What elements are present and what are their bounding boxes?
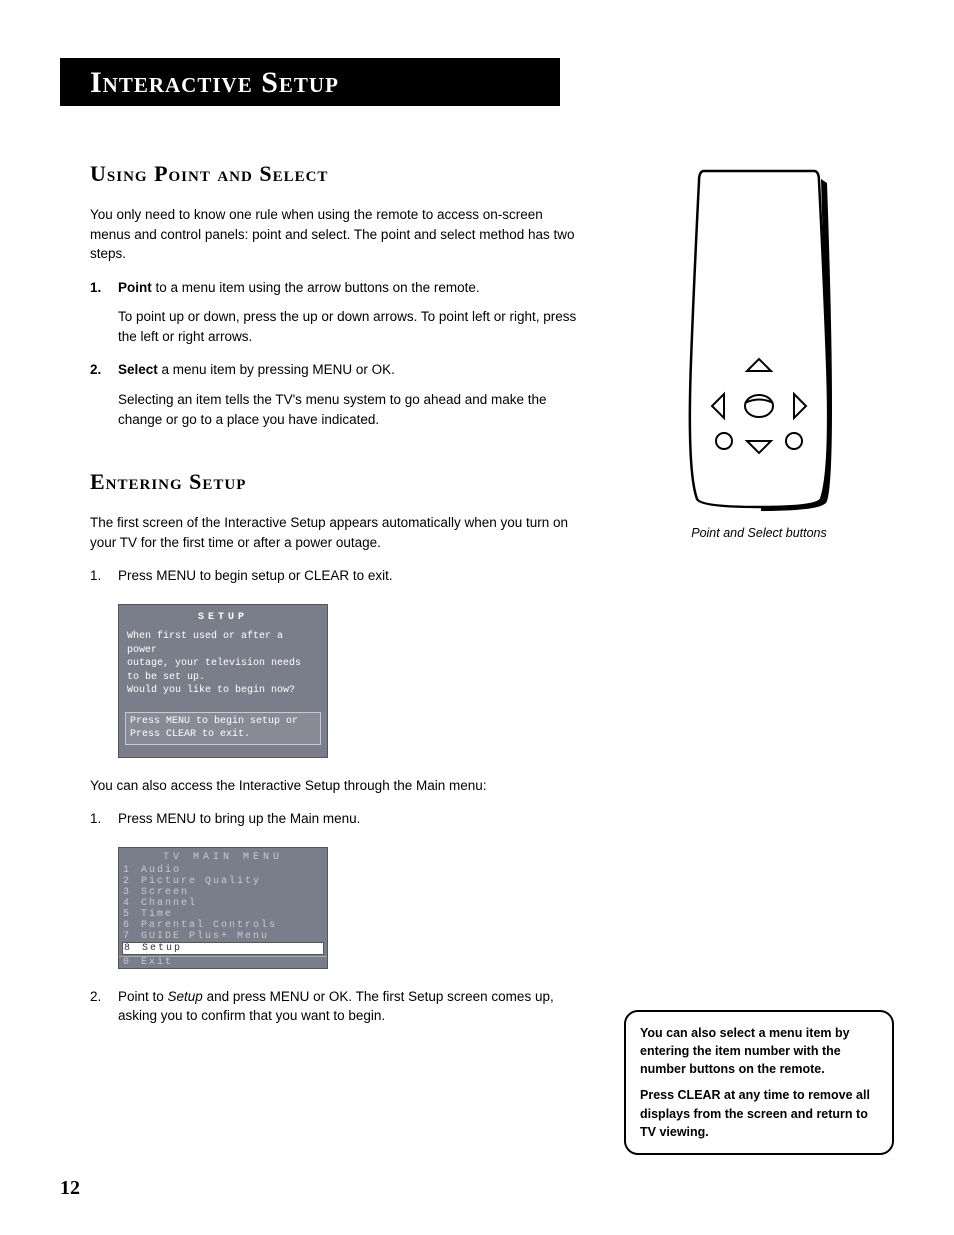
tv-main-menu-mock: TV MAIN MENU 1Audio2Picture Quality3Scre… xyxy=(118,847,328,969)
step2-text: Select a menu item by pressing MENU or O… xyxy=(118,360,584,380)
menu-row: 8Setup xyxy=(122,942,324,955)
setup-screen-mock: SETUP When first used or after a power o… xyxy=(118,604,328,758)
step-number: 2. xyxy=(90,987,108,1026)
main-column: Using Point and Select You only need to … xyxy=(60,161,594,1155)
section2-step1b: Press MENU to bring up the Main menu. xyxy=(118,809,584,829)
menu-title: TV MAIN MENU xyxy=(119,848,327,865)
section2-step2: Point to Setup and press MENU or OK. The… xyxy=(118,987,584,1026)
step2-sub: Selecting an item tells the TV's menu sy… xyxy=(118,390,584,429)
section1-intro: You only need to know one rule when usin… xyxy=(90,205,584,264)
menu-row: 7GUIDE Plus+ Menu xyxy=(119,931,327,942)
setup-screen-hint: Press MENU to begin setup or Press CLEAR… xyxy=(125,712,321,745)
step-number: 1. xyxy=(90,809,108,829)
after-screen-text: You can also access the Interactive Setu… xyxy=(90,776,584,796)
page-title: Interactive Setup xyxy=(60,58,560,106)
menu-row: 0Exit xyxy=(119,956,327,968)
section2-step1: Press MENU to begin setup or CLEAR to ex… xyxy=(118,566,584,586)
step-number: 1. xyxy=(90,278,108,298)
page-number: 12 xyxy=(60,1177,80,1200)
menu-row: 6Parental Controls xyxy=(119,920,327,931)
step-number: 2. xyxy=(90,360,108,380)
menu-row: 1Audio xyxy=(119,865,327,876)
section2-intro: The first screen of the Interactive Setu… xyxy=(90,513,584,552)
side-column: Point and Select buttons You can also se… xyxy=(624,161,894,1155)
setup-screen-title: SETUP xyxy=(119,605,327,627)
remote-illustration: Point and Select buttons xyxy=(624,161,894,540)
tip-box: You can also select a menu item by enter… xyxy=(624,1010,894,1155)
section-heading-entering-setup: Entering Setup xyxy=(90,469,584,495)
step1-sub: To point up or down, press the up or dow… xyxy=(118,307,584,346)
menu-row: 3Screen xyxy=(119,887,327,898)
tip-text-1: You can also select a menu item by enter… xyxy=(640,1024,878,1078)
step-number: 1. xyxy=(90,566,108,586)
remote-caption: Point and Select buttons xyxy=(624,526,894,540)
setup-screen-body: When first used or after a power outage,… xyxy=(119,626,327,712)
step1-text: Point to a menu item using the arrow but… xyxy=(118,278,584,298)
section-heading-point-select: Using Point and Select xyxy=(90,161,584,187)
menu-row: 5Time xyxy=(119,909,327,920)
tip-text-2: Press CLEAR at any time to remove all di… xyxy=(640,1086,878,1140)
menu-row: 4Channel xyxy=(119,898,327,909)
menu-row: 2Picture Quality xyxy=(119,876,327,887)
